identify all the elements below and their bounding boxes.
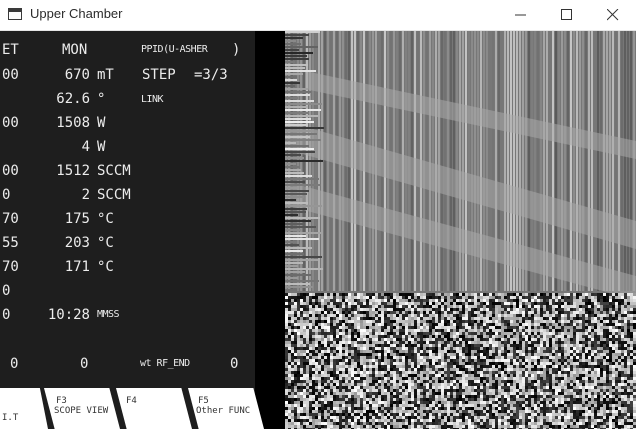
row-unit: SCCM bbox=[97, 187, 131, 203]
step-value: =3/3 bbox=[194, 67, 228, 83]
minimize-icon bbox=[515, 14, 526, 16]
close-icon bbox=[607, 9, 619, 21]
row-monitor-value: 175 bbox=[64, 211, 90, 227]
maximize-button[interactable] bbox=[544, 0, 590, 30]
footer-right-value: 0 bbox=[230, 356, 239, 372]
row-set-value: 55 bbox=[2, 235, 19, 251]
footer-left-value: 0 bbox=[10, 356, 19, 372]
noise-pattern bbox=[285, 31, 636, 429]
row-monitor-value: 10:28 bbox=[47, 307, 90, 323]
header-mon-col: MON bbox=[62, 42, 88, 58]
header-set-col: ET bbox=[2, 42, 19, 58]
row-monitor-value: 1512 bbox=[56, 163, 90, 179]
panel-divider bbox=[255, 31, 285, 429]
scope-view-image bbox=[285, 31, 636, 429]
row-unit: mT bbox=[97, 67, 114, 83]
row-monitor-value: 171 bbox=[64, 259, 90, 275]
row-unit: °C bbox=[97, 259, 114, 275]
function-key-f3[interactable]: F3 SCOPE VIEW bbox=[44, 388, 120, 429]
row-monitor-value: 2 bbox=[81, 187, 90, 203]
minimize-button[interactable] bbox=[498, 0, 544, 30]
row-unit: W bbox=[97, 115, 106, 131]
row-monitor-value: 4 bbox=[81, 139, 90, 155]
function-key-f5[interactable]: F5 Other FUNC bbox=[188, 388, 264, 429]
row-unit: W bbox=[97, 139, 106, 155]
footer-middle-value: 0 bbox=[80, 356, 89, 372]
row-monitor-value: 62.6 bbox=[56, 91, 90, 107]
row-unit: °C bbox=[97, 235, 114, 251]
row-monitor-value: 1508 bbox=[56, 115, 90, 131]
row-set-value: 0 bbox=[2, 307, 11, 323]
function-key-1[interactable]: I.T bbox=[0, 388, 48, 429]
recipe-mode-close: ) bbox=[232, 42, 241, 58]
app-window-icon bbox=[8, 8, 22, 20]
row-set-value: 00 bbox=[2, 163, 19, 179]
function-key-bar: I.T F3 SCOPE VIEW F4 F5 Other FUNC bbox=[0, 388, 264, 429]
row-set-value: 00 bbox=[2, 115, 19, 131]
row-set-value: 0 bbox=[2, 187, 11, 203]
footer-step-end-label: wt RF_END bbox=[140, 358, 190, 369]
maximize-icon bbox=[561, 9, 572, 20]
row-monitor-value: 203 bbox=[64, 235, 90, 251]
row-unit: ° bbox=[97, 91, 106, 107]
title-bar: Upper Chamber bbox=[0, 0, 636, 31]
row-set-value: 70 bbox=[2, 211, 19, 227]
row-set-value: 0 bbox=[2, 283, 11, 299]
step-label: STEP bbox=[142, 67, 176, 83]
recipe-mode: PPID(U-ASHER bbox=[141, 44, 208, 55]
row-set-value: 00 bbox=[2, 67, 19, 83]
function-key-f4[interactable]: F4 bbox=[116, 388, 192, 429]
link-label: LINK bbox=[141, 94, 164, 105]
row-set-value: 70 bbox=[2, 259, 19, 275]
row-unit: MMSS bbox=[97, 309, 120, 320]
terminal-panel: ET MON PPID(U-ASHER ) STEP =3/3 LINK 00 6… bbox=[0, 31, 255, 429]
window-title: Upper Chamber bbox=[30, 6, 123, 21]
close-button[interactable] bbox=[590, 0, 636, 30]
row-monitor-value: 670 bbox=[64, 67, 90, 83]
row-unit: SCCM bbox=[97, 163, 131, 179]
row-unit: °C bbox=[97, 211, 114, 227]
